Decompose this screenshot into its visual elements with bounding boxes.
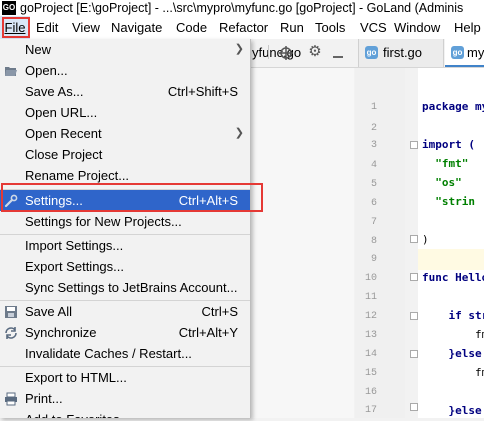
submenu-arrow-icon: ❯ [234, 127, 244, 139]
code-line: }else [422, 347, 482, 360]
menu-item-save-all[interactable]: Save All Ctrl+S [0, 301, 250, 322]
menu-tools[interactable]: Tools [315, 16, 345, 39]
settings-highlight-box [1, 183, 263, 212]
menu-item-save-as[interactable]: Save As... Ctrl+Shift+S [0, 81, 250, 102]
window-title: goProject [E:\goProject] - ...\src\mypro… [20, 1, 464, 15]
line-number: 7 [370, 217, 377, 228]
tab-label: my [467, 45, 484, 60]
menu-code[interactable]: Code [176, 16, 207, 39]
code-line: func Hello [422, 271, 484, 284]
line-number: 13 [364, 330, 377, 341]
go-file-icon: go [365, 46, 378, 59]
tab-myfunc-go[interactable]: go my [445, 39, 484, 67]
line-number: 11 [364, 292, 377, 303]
menu-item-open-recent[interactable]: Open Recent ❯ [0, 123, 250, 144]
code-line: import ( [422, 138, 475, 151]
go-file-icon: go [451, 46, 464, 59]
menu-vcs[interactable]: VCS [360, 16, 387, 39]
line-number: 1 [370, 102, 377, 113]
line-number: 14 [364, 349, 377, 360]
line-number: 3 [370, 140, 377, 151]
code-line: "fmt" [422, 157, 469, 170]
line-number: 4 [370, 160, 377, 171]
code-line: "strin [422, 195, 475, 208]
print-icon [5, 392, 17, 406]
menu-item-close-project[interactable]: Close Project [0, 144, 250, 165]
menu-item-synchronize[interactable]: Synchronize Ctrl+Alt+Y [0, 322, 250, 343]
folder-open-icon [5, 67, 17, 76]
menu-item-new[interactable]: New ❯ [0, 39, 250, 60]
goland-logo-icon: GO [2, 1, 16, 15]
tab-label: first.go [383, 45, 423, 60]
menu-item-add-to-favorites[interactable]: Add to Favorites [0, 409, 250, 418]
line-number: 6 [370, 198, 377, 209]
file-menu-dropdown: New ❯ Open... Save As... Ctrl+Shift+S Op… [0, 39, 251, 418]
menu-edit[interactable]: Edit [36, 16, 58, 39]
code-line: ) [422, 233, 429, 246]
code-line: "os" [422, 176, 462, 189]
menu-item-print[interactable]: Print... [0, 388, 250, 409]
line-number: 12 [364, 311, 377, 322]
toolbar-divider [268, 45, 269, 59]
fold-marker-icon[interactable] [410, 141, 418, 149]
fold-marker-icon[interactable] [410, 350, 418, 358]
line-number: 5 [370, 179, 377, 190]
menu-navigate[interactable]: Navigate [111, 16, 162, 39]
menu-item-invalidate-caches[interactable]: Invalidate Caches / Restart... [0, 343, 250, 364]
save-icon [5, 306, 17, 318]
line-number: 15 [364, 368, 377, 379]
menu-refactor[interactable]: Refactor [219, 16, 268, 39]
fold-marker-icon[interactable] [410, 273, 418, 281]
line-number: 9 [370, 254, 377, 265]
submenu-arrow-icon: ❯ [234, 43, 244, 55]
menu-window[interactable]: Window [394, 16, 440, 39]
menu-help[interactable]: Help [454, 16, 481, 39]
menu-item-settings-new-projects[interactable]: Settings for New Projects... [0, 211, 250, 232]
fold-marker-icon[interactable] [410, 235, 418, 243]
code-line: fmt [474, 366, 484, 379]
code-line: fmt [474, 328, 484, 341]
menu-run[interactable]: Run [280, 16, 304, 39]
menu-item-open-url[interactable]: Open URL... [0, 102, 250, 123]
minimize-panel-icon[interactable] [330, 45, 346, 61]
menu-view[interactable]: View [72, 16, 100, 39]
menu-item-sync-settings[interactable]: Sync Settings to JetBrains Account... [0, 277, 250, 298]
gear-icon[interactable]: ⚙ [307, 44, 323, 60]
menu-item-import-settings[interactable]: Import Settings... [0, 235, 250, 256]
menu-item-export-settings[interactable]: Export Settings... [0, 256, 250, 277]
line-number: 10 [364, 273, 377, 284]
sync-icon [5, 327, 17, 339]
code-line: if str [422, 309, 484, 322]
title-bar: GO goProject [E:\goProject] - ...\src\my… [0, 0, 484, 16]
code-line: package my [422, 100, 484, 113]
tab-first-go[interactable]: go first.go [358, 39, 444, 67]
fold-marker-icon[interactable] [410, 403, 418, 411]
project-panel [250, 68, 354, 418]
menu-bar: File Edit View Navigate Code Refactor Ru… [0, 16, 484, 39]
menu-item-export-html[interactable]: Export to HTML... [0, 367, 250, 388]
locate-crosshair-icon[interactable] [278, 45, 294, 61]
menu-item-open[interactable]: Open... [0, 60, 250, 81]
file-menu-highlight-box [2, 17, 30, 38]
fold-marker-icon[interactable] [410, 312, 418, 320]
